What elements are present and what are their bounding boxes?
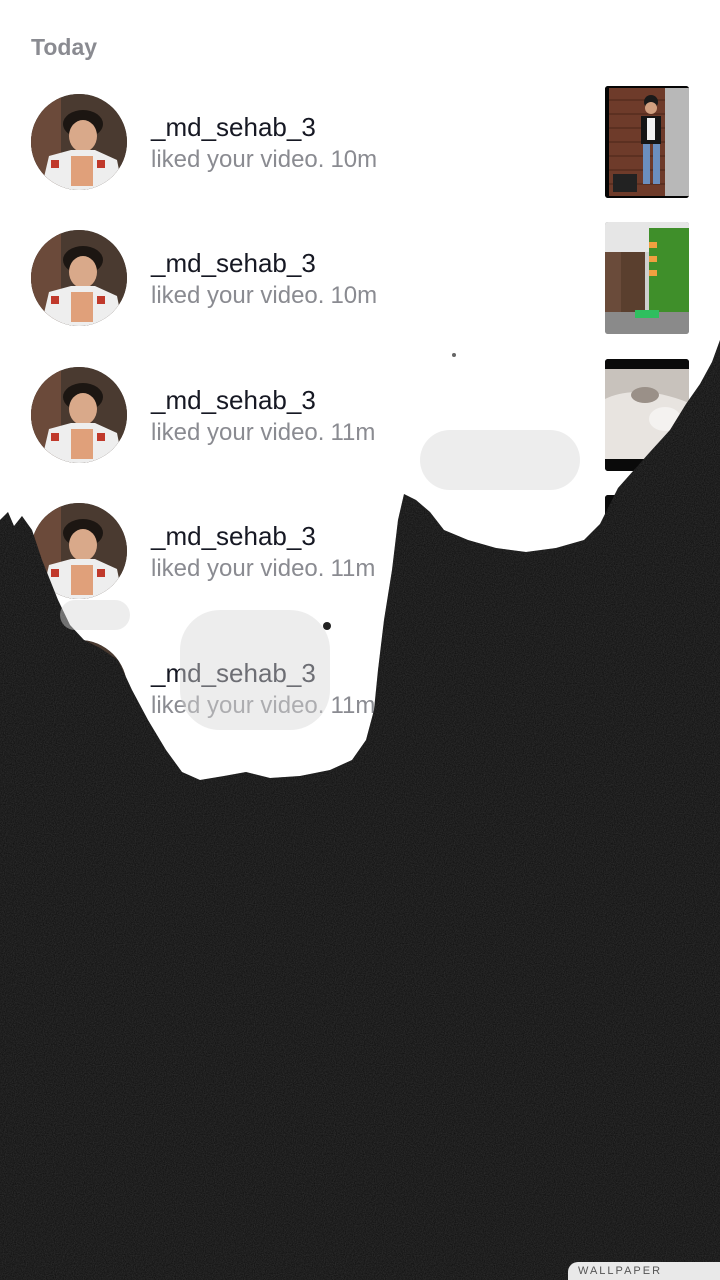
avatar[interactable] <box>31 640 127 736</box>
avatar[interactable] <box>31 230 127 326</box>
notification-row[interactable]: _md_sehab_3 liked your video. 11m <box>0 359 720 479</box>
video-thumbnail[interactable] <box>605 359 689 471</box>
notification-username[interactable]: _md_sehab_3 <box>151 658 316 689</box>
notification-username[interactable]: _md_sehab_3 <box>151 385 316 416</box>
notification-username[interactable]: _md_sehab_3 <box>151 248 316 279</box>
notification-description: liked your video. 11m <box>151 555 375 583</box>
notification-action: liked your video. <box>151 692 325 719</box>
notification-action: liked your video. <box>151 555 325 582</box>
notification-time: 11m <box>330 419 376 446</box>
screen: Today _md_sehab_3 liked your video.10m <box>0 0 720 1280</box>
avatar[interactable] <box>31 367 127 463</box>
notification-time: 11m <box>330 555 376 582</box>
section-header-today: Today <box>31 34 98 60</box>
notification-time: 10m <box>330 146 378 173</box>
notification-description: liked your video. 11m <box>151 419 375 447</box>
notification-description: liked your video. 10m <box>151 146 377 174</box>
notification-description: liked your video. 10m <box>151 282 377 310</box>
video-thumbnail[interactable] <box>605 632 689 744</box>
notification-action: liked your video. <box>151 146 325 173</box>
notification-action: liked your video. <box>151 282 325 309</box>
video-thumbnail[interactable] <box>605 222 689 334</box>
notification-description: liked your video. 11m <box>151 692 375 720</box>
video-thumbnail[interactable] <box>605 86 689 198</box>
notification-time: 11m <box>330 692 376 719</box>
notification-row[interactable]: _md_sehab_3 liked your video. 11m <box>0 632 720 752</box>
notification-time: 10m <box>330 282 378 309</box>
notification-action: liked your video. <box>151 419 325 446</box>
video-thumbnail[interactable] <box>605 495 689 607</box>
avatar[interactable] <box>31 503 127 599</box>
notification-row[interactable]: _md_sehab_3 liked your video. 11m <box>0 495 720 615</box>
notification-username[interactable]: _md_sehab_3 <box>151 112 316 143</box>
notification-row[interactable]: _md_sehab_3 liked your video. 10m <box>0 86 720 206</box>
notification-username[interactable]: _md_sehab_3 <box>151 521 316 552</box>
avatar[interactable] <box>31 94 127 190</box>
notification-row[interactable]: _md_sehab_3 liked your video. 10m <box>0 222 720 342</box>
watermark: WALLPAPER <box>568 1262 720 1280</box>
